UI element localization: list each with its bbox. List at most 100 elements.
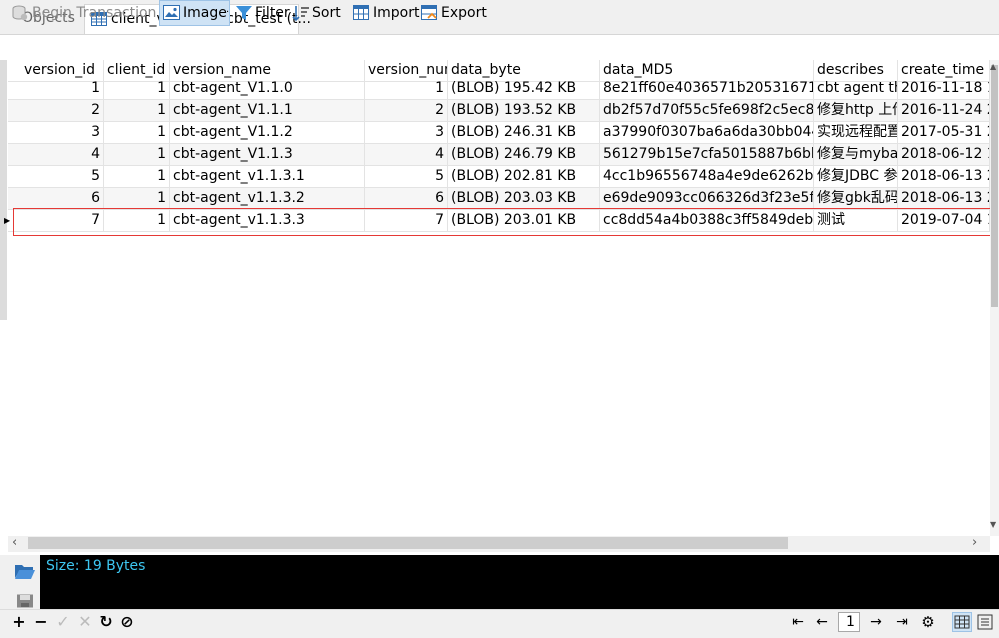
cell-version-num[interactable]: 3 [365,122,448,143]
cell-describes[interactable]: 修复与mybati [814,144,898,165]
vertical-scrollbar-thumb[interactable] [991,65,998,307]
begin-transaction-button[interactable]: Begin Transaction [12,0,156,26]
table-row[interactable]: 4 1 cbt-agent_V1.1.3 4 (BLOB) 246.79 KB 56127… [8,144,990,166]
next-page-icon[interactable]: → [866,611,886,633]
cell-version-name[interactable]: cbt-agent_v1.1.3.2 [170,188,365,209]
export-icon [421,5,437,20]
sort-button[interactable]: Sort [292,0,344,26]
cell-version-num[interactable]: 5 [365,166,448,187]
cell-version-id[interactable]: 6 [21,188,104,209]
add-icon[interactable]: + [10,611,28,633]
export-label: Export [441,5,487,21]
image-label: Image [183,5,227,21]
scroll-right-icon[interactable]: › [972,535,977,550]
delete-icon[interactable]: − [32,611,50,633]
data-grid[interactable]: version_id client_id version_name version_n… [8,60,990,536]
cell-create-time[interactable]: 2019-07-04 1 [898,210,990,231]
first-page-icon[interactable]: ⇤ [788,611,808,633]
cell-describes[interactable]: 测试 [814,210,898,231]
cell-version-name[interactable]: cbt-agent_V1.1.1 [170,100,365,121]
image-dropdown-icon[interactable]: · [226,0,229,26]
cell-describes[interactable]: 实现远程配置: [814,122,898,143]
cell-describes[interactable]: 修复JDBC 参数 [814,166,898,187]
cell-client-id[interactable]: 1 [104,100,170,121]
cell-data-md5[interactable]: cc8dd54a4b0388c3ff5849debc35 [600,210,814,231]
table-row[interactable]: 5 1 cbt-agent_v1.1.3.1 5 (BLOB) 202.81 KB 4cc… [8,166,990,188]
cell-version-num[interactable]: 6 [365,188,448,209]
cell-data-md5[interactable]: 4cc1b96556748a4e9de6262be94 [600,166,814,187]
cell-version-num[interactable]: 1 [365,78,448,99]
filter-button[interactable]: Filter [235,0,290,26]
form-view-icon[interactable] [976,613,994,631]
sort-label: Sort [312,5,341,21]
cell-create-time[interactable]: 2016-11-18 1 [898,78,990,99]
cell-data-byte[interactable]: (BLOB) 246.31 KB [448,122,600,143]
import-button[interactable]: Import [353,0,419,26]
cell-version-id[interactable]: 7 [21,210,104,231]
save-icon[interactable] [16,594,34,608]
cell-version-name[interactable]: cbt-agent_V1.1.0 [170,78,365,99]
cell-client-id[interactable]: 1 [104,78,170,99]
cell-client-id[interactable]: 1 [104,210,170,231]
cell-data-byte[interactable]: (BLOB) 195.42 KB [448,78,600,99]
discard-icon[interactable]: ✕ [76,611,94,633]
cell-data-md5[interactable]: a37990f0307ba6a6da30bb0448e [600,122,814,143]
cell-client-id[interactable]: 1 [104,122,170,143]
cell-data-md5[interactable]: db2f57d70f55c5fe698f2c5ec8dbe [600,100,814,121]
table-row[interactable]: 3 1 cbt-agent_V1.1.2 3 (BLOB) 246.31 KB a3799… [8,122,990,144]
cell-data-md5[interactable]: 8e21ff60e4036571b2053167156 [600,78,814,99]
prev-page-icon[interactable]: ← [812,611,832,633]
refresh-icon[interactable]: ↻ [97,611,115,633]
table-row[interactable]: 6 1 cbt-agent_v1.1.3.2 6 (BLOB) 203.03 KB e69… [8,188,990,210]
cell-create-time[interactable]: 2016-11-24 2 [898,100,990,121]
folder-open-icon[interactable] [14,562,36,580]
cell-data-byte[interactable]: (BLOB) 202.81 KB [448,166,600,187]
stop-icon[interactable]: ⊘ [118,611,136,633]
cell-describes[interactable]: 修复gbk乱码问 [814,188,898,209]
cell-create-time[interactable]: 2018-06-13 2 [898,188,990,209]
cell-data-byte[interactable]: (BLOB) 203.01 KB [448,210,600,231]
cell-create-time[interactable]: 2018-06-13 2 [898,166,990,187]
import-icon [353,5,369,20]
page-number-input[interactable] [838,612,860,632]
cell-data-byte[interactable]: (BLOB) 246.79 KB [448,144,600,165]
cell-version-name[interactable]: cbt-agent_V1.1.3 [170,144,365,165]
cell-version-id[interactable]: 1 [21,78,104,99]
cell-data-md5[interactable]: 561279b15e7cfa5015887b6bba9 [600,144,814,165]
cell-create-time[interactable]: 2018-06-12 1 [898,144,990,165]
last-page-icon[interactable]: ⇥ [892,611,912,633]
cell-version-name[interactable]: cbt-agent_v1.1.3.1 [170,166,365,187]
cell-version-num[interactable]: 4 [365,144,448,165]
horizontal-scrollbar-thumb[interactable] [28,537,788,549]
grid-view-icon[interactable] [952,612,972,632]
cell-data-byte[interactable]: (BLOB) 203.03 KB [448,188,600,209]
cell-describes[interactable]: 修复http 上传 [814,100,898,121]
table-row[interactable]: 1 1 cbt-agent_V1.1.0 1 (BLOB) 195.42 KB 8e21f… [8,78,990,100]
cell-client-id[interactable]: 1 [104,144,170,165]
cell-describes[interactable]: cbt agent the [814,78,898,99]
table-row[interactable]: 2 1 cbt-agent_V1.1.1 2 (BLOB) 193.52 KB db2f5… [8,100,990,122]
cell-version-num[interactable]: 7 [365,210,448,231]
scroll-up-icon[interactable]: ▲ [990,62,996,71]
cell-client-id[interactable]: 1 [104,166,170,187]
cell-version-id[interactable]: 3 [21,122,104,143]
cell-version-id[interactable]: 5 [21,166,104,187]
import-label: Import [373,5,420,21]
apply-icon[interactable]: ✓ [54,611,72,633]
scroll-left-icon[interactable]: ‹ [12,535,17,550]
cell-version-id[interactable]: 4 [21,144,104,165]
settings-icon[interactable]: ⚙ [918,611,938,633]
cell-data-md5[interactable]: e69de9093cc066326d3f23e5f5a4 [600,188,814,209]
cell-data-byte[interactable]: (BLOB) 193.52 KB [448,100,600,121]
table-row[interactable]: 7 1 cbt-agent_v1.1.3.3 7 (BLOB) 203.01 KB cc8… [8,210,990,232]
cell-version-num[interactable]: 2 [365,100,448,121]
begin-transaction-icon [12,5,28,21]
image-button[interactable]: Image · [159,0,230,26]
scroll-down-icon[interactable]: ▼ [990,520,996,529]
cell-create-time[interactable]: 2017-05-31 2 [898,122,990,143]
export-button[interactable]: Export [421,0,487,26]
cell-version-name[interactable]: cbt-agent_v1.1.3.3 [170,210,365,231]
cell-client-id[interactable]: 1 [104,188,170,209]
cell-version-id[interactable]: 2 [21,100,104,121]
cell-version-name[interactable]: cbt-agent_V1.1.2 [170,122,365,143]
